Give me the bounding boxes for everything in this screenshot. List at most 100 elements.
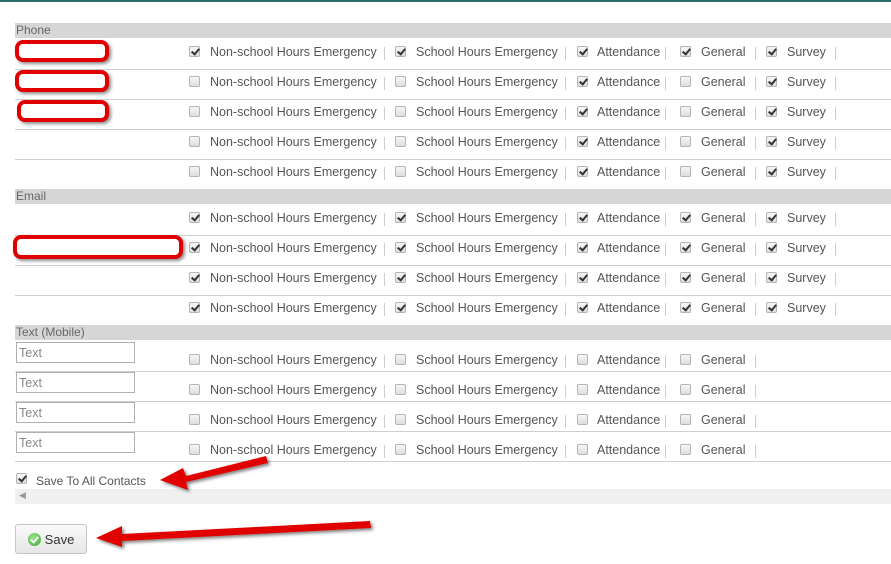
option-checkbox-survey[interactable]: [766, 272, 777, 283]
option-checkbox-non-school-hours-emergency[interactable]: [189, 444, 200, 455]
option-checkbox-school-hours-emergency[interactable]: [395, 354, 406, 365]
separator: [384, 47, 385, 60]
option-checkbox-school-hours-emergency[interactable]: [395, 76, 406, 87]
option-checkbox-general[interactable]: [680, 384, 691, 395]
option-checkbox-school-hours-emergency[interactable]: [395, 384, 406, 395]
horizontal-scrollbar[interactable]: ◀: [15, 489, 891, 504]
section-header-text-mobile: Text (Mobile): [15, 325, 891, 340]
option-label: Survey: [787, 271, 826, 285]
option-checkbox-general[interactable]: [680, 106, 691, 117]
option-checkbox-attendance[interactable]: [577, 166, 588, 177]
option-checkbox-school-hours-emergency[interactable]: [395, 302, 406, 313]
option-checkbox-attendance[interactable]: [577, 242, 588, 253]
contact-row: Non-school Hours Emergency School Hours E…: [15, 159, 891, 190]
option-checkbox-general[interactable]: [680, 414, 691, 425]
contact-row: Non-school Hours Emergency School Hours E…: [15, 295, 891, 325]
option-label: School Hours Emergency: [416, 241, 558, 255]
separator: [565, 107, 566, 120]
option-checkbox-school-hours-emergency[interactable]: [395, 106, 406, 117]
mobile-number-input[interactable]: [16, 402, 135, 423]
option-checkbox-school-hours-emergency[interactable]: [395, 414, 406, 425]
option-checkbox-non-school-hours-emergency[interactable]: [189, 384, 200, 395]
option-checkbox-school-hours-emergency[interactable]: [395, 136, 406, 147]
option-label: School Hours Emergency: [416, 75, 558, 89]
option-checkbox-school-hours-emergency[interactable]: [395, 272, 406, 283]
top-bar: [0, 0, 891, 2]
option-checkbox-non-school-hours-emergency[interactable]: [189, 76, 200, 87]
option-checkbox-general[interactable]: [680, 76, 691, 87]
separator: [384, 213, 385, 226]
option-label: Non-school Hours Emergency: [210, 211, 377, 225]
separator: [665, 385, 666, 398]
option-checkbox-survey[interactable]: [766, 242, 777, 253]
option-checkbox-non-school-hours-emergency[interactable]: [189, 106, 200, 117]
option-checkbox-attendance[interactable]: [577, 302, 588, 313]
option-checkbox-general[interactable]: [680, 444, 691, 455]
option-label: General: [701, 165, 746, 179]
separator: [665, 47, 666, 60]
option-checkbox-attendance[interactable]: [577, 384, 588, 395]
option-checkbox-school-hours-emergency[interactable]: [395, 46, 406, 57]
option-checkbox-survey[interactable]: [766, 106, 777, 117]
option-checkbox-general[interactable]: [680, 354, 691, 365]
option-checkbox-attendance[interactable]: [577, 76, 588, 87]
option-checkbox-non-school-hours-emergency[interactable]: [189, 414, 200, 425]
option-checkbox-attendance[interactable]: [577, 354, 588, 365]
option-checkbox-general[interactable]: [680, 212, 691, 223]
option-label: School Hours Emergency: [416, 383, 558, 397]
scroll-left-arrow-icon[interactable]: ◀: [19, 490, 26, 501]
separator: [665, 213, 666, 226]
option-checkbox-general[interactable]: [680, 166, 691, 177]
option-checkbox-non-school-hours-emergency[interactable]: [189, 354, 200, 365]
option-checkbox-general[interactable]: [680, 136, 691, 147]
option-label: Attendance: [597, 165, 661, 179]
save-to-all-checkbox[interactable]: [16, 473, 27, 484]
separator: [665, 243, 666, 256]
option-checkbox-school-hours-emergency[interactable]: [395, 212, 406, 223]
separator: [755, 137, 756, 150]
option-checkbox-survey[interactable]: [766, 46, 777, 57]
option-checkbox-school-hours-emergency[interactable]: [395, 444, 406, 455]
option-checkbox-school-hours-emergency[interactable]: [395, 166, 406, 177]
mobile-number-input[interactable]: [16, 432, 135, 453]
option-checkbox-non-school-hours-emergency[interactable]: [189, 212, 200, 223]
option-label: General: [701, 105, 746, 119]
option-label: School Hours Emergency: [416, 353, 558, 367]
option-checkbox-attendance[interactable]: [577, 414, 588, 425]
option-checkbox-general[interactable]: [680, 302, 691, 313]
option-label: General: [701, 45, 746, 59]
arrow-to-save-button: [96, 521, 371, 547]
contact-row: Non-school Hours Emergency School Hours E…: [15, 371, 891, 402]
separator: [835, 47, 836, 60]
contact-row: Non-school Hours Emergency School Hours E…: [15, 265, 891, 296]
option-checkbox-attendance[interactable]: [577, 136, 588, 147]
mobile-number-input[interactable]: [16, 342, 135, 363]
option-checkbox-survey[interactable]: [766, 76, 777, 87]
option-checkbox-attendance[interactable]: [577, 46, 588, 57]
option-checkbox-non-school-hours-emergency[interactable]: [189, 46, 200, 57]
separator: [835, 167, 836, 180]
mobile-number-input[interactable]: [16, 372, 135, 393]
option-checkbox-non-school-hours-emergency[interactable]: [189, 166, 200, 177]
option-checkbox-non-school-hours-emergency[interactable]: [189, 302, 200, 313]
option-checkbox-attendance[interactable]: [577, 272, 588, 283]
option-checkbox-non-school-hours-emergency[interactable]: [189, 242, 200, 253]
option-label: Non-school Hours Emergency: [210, 413, 377, 427]
option-checkbox-attendance[interactable]: [577, 212, 588, 223]
option-checkbox-survey[interactable]: [766, 136, 777, 147]
option-checkbox-attendance[interactable]: [577, 444, 588, 455]
option-checkbox-general[interactable]: [680, 272, 691, 283]
option-checkbox-general[interactable]: [680, 46, 691, 57]
option-checkbox-survey[interactable]: [766, 302, 777, 313]
option-label: Survey: [787, 75, 826, 89]
option-checkbox-survey[interactable]: [766, 212, 777, 223]
option-checkbox-survey[interactable]: [766, 166, 777, 177]
option-checkbox-non-school-hours-emergency[interactable]: [189, 136, 200, 147]
option-checkbox-non-school-hours-emergency[interactable]: [189, 272, 200, 283]
option-checkbox-attendance[interactable]: [577, 106, 588, 117]
option-checkbox-school-hours-emergency[interactable]: [395, 242, 406, 253]
save-button[interactable]: Save: [15, 524, 87, 554]
option-label: Attendance: [597, 443, 661, 457]
option-checkbox-general[interactable]: [680, 242, 691, 253]
separator: [755, 107, 756, 120]
